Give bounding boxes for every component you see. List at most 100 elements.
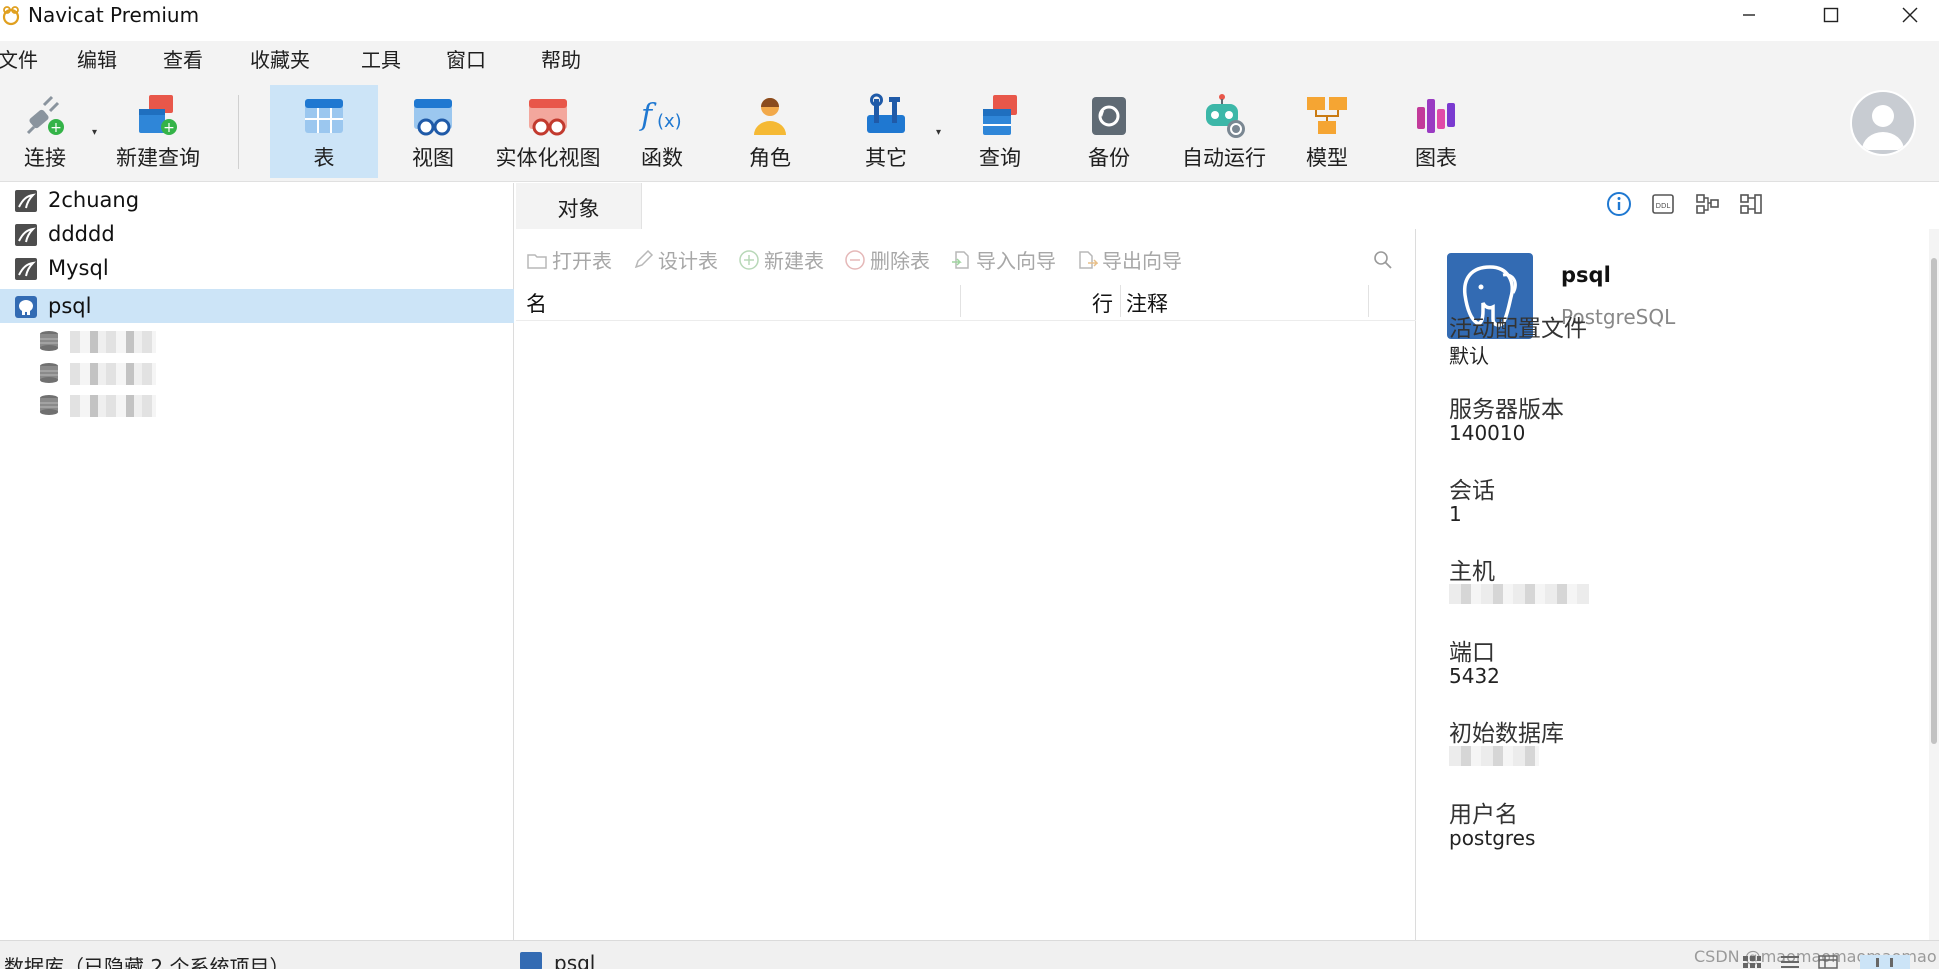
- function-button[interactable]: f (x) 函数: [618, 85, 706, 178]
- column-name-header[interactable]: 名: [526, 288, 547, 318]
- info-icon[interactable]: [1606, 191, 1632, 217]
- property-port-value: 5432: [1449, 664, 1500, 688]
- menu-view[interactable]: 查看: [163, 47, 203, 73]
- robot-icon: [1206, 94, 1245, 138]
- objects-pane: 对象 打开表 设计表 新建表 删除表 导入向导 导出向导 名 行 注释: [516, 183, 1416, 940]
- query-icon: [983, 95, 1017, 135]
- backup-label: 备份: [1088, 146, 1130, 170]
- redacted-host-value: [1449, 584, 1589, 604]
- column-divider[interactable]: [1368, 285, 1369, 317]
- menu-help[interactable]: 帮助: [541, 47, 581, 73]
- connect-button[interactable]: + 连接: [8, 85, 82, 178]
- function-icon: f (x): [639, 98, 682, 133]
- design-table-button[interactable]: 设计表: [632, 245, 718, 274]
- export-wizard-button[interactable]: 导出向导: [1076, 245, 1182, 274]
- navigation-tree: 2chuang ddddd Mysql psql: [0, 183, 514, 940]
- redacted-database-name: [70, 363, 156, 385]
- menu-bar: 文件 编辑 查看 收藏夹 工具 窗口 帮助: [0, 41, 1939, 81]
- chart-label: 图表: [1415, 146, 1457, 170]
- tree-connection-ddddd[interactable]: ddddd: [0, 217, 514, 251]
- new-table-button[interactable]: 新建表: [738, 245, 824, 274]
- design-table-label: 设计表: [658, 249, 718, 273]
- tree-database-item[interactable]: [0, 389, 514, 419]
- remove-circle-icon: [845, 249, 865, 270]
- automation-button[interactable]: 自动运行: [1168, 85, 1280, 178]
- view-button[interactable]: 视图: [388, 85, 478, 178]
- ddl-icon[interactable]: DDL: [1650, 191, 1676, 217]
- delete-table-button[interactable]: 删除表: [844, 245, 930, 274]
- svg-text:DDL: DDL: [1656, 202, 1671, 210]
- column-rows-header[interactable]: 行: [1092, 288, 1113, 318]
- menu-edit[interactable]: 编辑: [77, 47, 117, 73]
- property-active-profile-value: 默认: [1449, 344, 1489, 368]
- table-button[interactable]: 表: [270, 85, 378, 178]
- new-query-button[interactable]: + 新建查询: [110, 85, 206, 178]
- user-avatar[interactable]: [1850, 90, 1916, 156]
- window-title: Navicat Premium: [28, 3, 200, 27]
- open-table-button[interactable]: 打开表: [526, 245, 612, 274]
- svg-text:+: +: [163, 120, 175, 136]
- column-divider[interactable]: [1120, 285, 1121, 317]
- backup-button[interactable]: 备份: [1064, 85, 1154, 178]
- list-view-icon[interactable]: [1780, 955, 1800, 969]
- query-button[interactable]: 查询: [958, 85, 1042, 178]
- tree-connection-mysql[interactable]: Mysql: [0, 251, 514, 285]
- tree-database-item[interactable]: [0, 325, 514, 355]
- view-icon: [414, 99, 452, 136]
- grid-view-icon[interactable]: [1742, 955, 1762, 969]
- tree-database-item[interactable]: [0, 357, 514, 387]
- info-pane: DDL psql PostgreSQL 活动配置文件 默认 服务器版本 1400…: [1420, 183, 1939, 940]
- connect-label: 连接: [24, 146, 66, 170]
- tools-icon: [867, 93, 905, 133]
- er-view-toggle-icon[interactable]: [1860, 955, 1910, 969]
- property-active-profile-label: 活动配置文件: [1449, 316, 1587, 342]
- chart-icon: [1417, 99, 1455, 133]
- mysql-connection-icon: [15, 190, 37, 212]
- export-icon: [1079, 250, 1098, 269]
- minimize-button[interactable]: [1723, 0, 1775, 30]
- chart-button[interactable]: 图表: [1392, 85, 1480, 178]
- table-label: 表: [313, 146, 335, 170]
- title-bar: Navicat Premium: [0, 0, 1939, 30]
- delete-table-label: 删除表: [870, 249, 930, 273]
- add-circle-icon: [739, 249, 759, 270]
- column-comment-header[interactable]: 注释: [1126, 288, 1168, 318]
- tab-objects-label: 对象: [557, 197, 600, 221]
- dependency-icon[interactable]: [1694, 191, 1720, 217]
- other-dropdown-icon[interactable]: ▾: [936, 127, 946, 138]
- property-host-label: 主机: [1449, 559, 1495, 585]
- materialized-view-button[interactable]: 实体化视图: [488, 85, 608, 178]
- import-wizard-button[interactable]: 导入向导: [950, 245, 1056, 274]
- menu-file[interactable]: 文件: [0, 47, 38, 73]
- maximize-button[interactable]: [1805, 0, 1857, 30]
- usage-icon[interactable]: [1738, 191, 1764, 217]
- menu-favorites[interactable]: 收藏夹: [250, 47, 310, 73]
- menu-window[interactable]: 窗口: [446, 47, 486, 73]
- search-icon[interactable]: [1372, 249, 1394, 271]
- navicat-logo-icon: [2, 6, 20, 26]
- tree-connection-psql[interactable]: psql: [0, 289, 514, 323]
- info-scrollbar-thumb[interactable]: [1931, 258, 1937, 744]
- maximize-icon: [1823, 7, 1839, 23]
- model-button[interactable]: 模型: [1284, 85, 1370, 178]
- redacted-initial-database-value: [1449, 746, 1539, 766]
- svg-text:(x): (x): [657, 111, 682, 132]
- new-table-label: 新建表: [764, 249, 824, 273]
- tab-objects[interactable]: 对象: [516, 183, 642, 229]
- other-button[interactable]: 其它: [842, 85, 930, 178]
- main-toolbar: + 连接 ▾ + 新建查询 表 视图 实体化视图 f (x) 函数 角色 其它 …: [0, 81, 1939, 182]
- tree-connection-2chuang[interactable]: 2chuang: [0, 183, 514, 217]
- role-button[interactable]: 角色: [726, 85, 814, 178]
- connect-dropdown-icon[interactable]: ▾: [92, 127, 102, 138]
- property-server-version-value: 140010: [1449, 421, 1526, 445]
- detail-view-icon[interactable]: [1818, 955, 1838, 969]
- toolbar-separator: [238, 95, 239, 169]
- automation-label: 自动运行: [1182, 146, 1266, 170]
- close-icon: [1902, 7, 1918, 23]
- close-button[interactable]: [1884, 0, 1936, 30]
- import-icon: [952, 250, 969, 269]
- redacted-database-name: [70, 395, 156, 417]
- menu-tools[interactable]: 工具: [361, 47, 401, 73]
- tab-strip: 对象: [516, 183, 1416, 229]
- column-divider[interactable]: [960, 285, 961, 317]
